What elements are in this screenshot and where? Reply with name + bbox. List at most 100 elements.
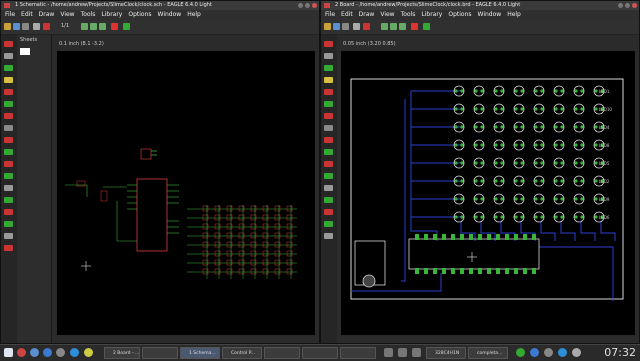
task-completa[interactable]: completa... xyxy=(468,347,508,359)
menu-help[interactable]: Help xyxy=(187,10,201,20)
delete-tool-icon[interactable] xyxy=(324,137,333,143)
board-titlebar[interactable]: 2 Board - /home/andrew/Projects/SlimeClo… xyxy=(321,1,639,10)
menu-library[interactable]: Library xyxy=(101,10,122,20)
task-328c4h1n[interactable]: 328C4H1N xyxy=(426,347,466,359)
files-icon[interactable] xyxy=(30,348,39,357)
save-icon[interactable] xyxy=(13,23,20,30)
route-tool-icon[interactable] xyxy=(324,149,333,155)
task-button[interactable] xyxy=(340,347,376,359)
bus-tool-icon[interactable] xyxy=(4,209,13,215)
app-icon-blue[interactable] xyxy=(70,348,79,357)
board-canvas[interactable]: LED1 LED10 LED4 LED8 LED5 LED2 LED9 LED6 xyxy=(341,51,635,335)
launcher-icon[interactable] xyxy=(17,348,26,357)
close-icon[interactable] xyxy=(312,3,317,8)
zoom-out-icon[interactable] xyxy=(399,23,406,30)
maximize-icon[interactable] xyxy=(625,3,630,8)
task-button[interactable] xyxy=(142,347,178,359)
network-icon[interactable] xyxy=(530,348,539,357)
zoom-fit-icon[interactable] xyxy=(381,23,388,30)
board-switch-icon[interactable] xyxy=(43,23,50,30)
info-tool-icon[interactable] xyxy=(4,41,13,47)
menu-window[interactable]: Window xyxy=(478,10,502,20)
junction-tool-icon[interactable] xyxy=(4,221,13,227)
sheet-thumbnail[interactable] xyxy=(20,48,30,55)
task-control-panel[interactable]: Control P... xyxy=(222,347,262,359)
menu-help[interactable]: Help xyxy=(507,10,521,20)
stop-icon[interactable] xyxy=(411,23,418,30)
task-button[interactable] xyxy=(302,347,338,359)
name-tool-icon[interactable] xyxy=(4,173,13,179)
start-menu-icon[interactable] xyxy=(4,348,13,357)
mirror-tool-icon[interactable] xyxy=(4,113,13,119)
wifi-icon[interactable] xyxy=(558,348,567,357)
display-tool-icon[interactable] xyxy=(4,65,13,71)
cam-icon[interactable] xyxy=(33,23,40,30)
cam-icon[interactable] xyxy=(353,23,360,30)
mark-tool-icon[interactable] xyxy=(4,77,13,83)
app-icon-yellow[interactable] xyxy=(84,348,93,357)
page-selector[interactable]: 1/1 xyxy=(61,23,69,29)
net-tool-icon[interactable] xyxy=(4,197,13,203)
ripup-tool-icon[interactable] xyxy=(324,161,333,167)
move-tool-icon[interactable] xyxy=(324,89,333,95)
menu-draw[interactable]: Draw xyxy=(359,10,375,20)
browser-icon[interactable] xyxy=(43,348,52,357)
copy-tool-icon[interactable] xyxy=(4,101,13,107)
minimize-icon[interactable] xyxy=(298,3,303,8)
show-tool-icon[interactable] xyxy=(324,53,333,59)
value-tool-icon[interactable] xyxy=(4,185,13,191)
taskbar-clock[interactable]: 07:32 xyxy=(604,346,636,359)
close-icon[interactable] xyxy=(632,3,637,8)
maximize-icon[interactable] xyxy=(305,3,310,8)
erc-tool-icon[interactable] xyxy=(4,245,13,251)
save-icon[interactable] xyxy=(333,23,340,30)
open-icon[interactable] xyxy=(324,23,331,30)
ratsnest-tool-icon[interactable] xyxy=(324,197,333,203)
show-tool-icon[interactable] xyxy=(4,53,13,59)
menu-window[interactable]: Window xyxy=(158,10,182,20)
window-icon[interactable] xyxy=(398,348,407,357)
battery-icon[interactable] xyxy=(516,348,525,357)
menu-view[interactable]: View xyxy=(60,10,74,20)
menu-view[interactable]: View xyxy=(380,10,394,20)
mirror-tool-icon[interactable] xyxy=(324,113,333,119)
volume-icon[interactable] xyxy=(544,348,553,357)
menu-file[interactable]: File xyxy=(325,10,335,20)
zoom-fit-icon[interactable] xyxy=(81,23,88,30)
copy-tool-icon[interactable] xyxy=(324,101,333,107)
task-board[interactable]: 2 Board - ... xyxy=(104,347,140,359)
label-tool-icon[interactable] xyxy=(4,233,13,239)
print-icon[interactable] xyxy=(342,23,349,30)
move-tool-icon[interactable] xyxy=(4,89,13,95)
open-icon[interactable] xyxy=(4,23,11,30)
notification-icon[interactable] xyxy=(572,348,581,357)
info-tool-icon[interactable] xyxy=(324,41,333,47)
rotate-tool-icon[interactable] xyxy=(324,125,333,131)
terminal-icon[interactable] xyxy=(56,348,65,357)
display-tool-icon[interactable] xyxy=(324,65,333,71)
task-schematic[interactable]: 1 Schema... xyxy=(180,347,220,359)
menu-options[interactable]: Options xyxy=(448,10,471,20)
schematic-titlebar[interactable]: 1 Schematic - /home/andrew/Projects/Slim… xyxy=(1,1,319,10)
errors-tool-icon[interactable] xyxy=(324,233,333,239)
menu-file[interactable]: File xyxy=(5,10,15,20)
schematic-canvas[interactable] xyxy=(57,51,315,335)
menu-options[interactable]: Options xyxy=(128,10,151,20)
go-icon[interactable] xyxy=(423,23,430,30)
window-icon[interactable] xyxy=(412,348,421,357)
schematic-switch-icon[interactable] xyxy=(363,23,370,30)
pinswap-tool-icon[interactable] xyxy=(4,161,13,167)
via-tool-icon[interactable] xyxy=(324,173,333,179)
stop-icon[interactable] xyxy=(111,23,118,30)
zoom-in-icon[interactable] xyxy=(90,23,97,30)
mark-tool-icon[interactable] xyxy=(324,77,333,83)
drc-tool-icon[interactable] xyxy=(324,221,333,227)
go-icon[interactable] xyxy=(123,23,130,30)
minimize-icon[interactable] xyxy=(618,3,623,8)
menu-draw[interactable]: Draw xyxy=(39,10,55,20)
task-button[interactable] xyxy=(264,347,300,359)
menu-tools[interactable]: Tools xyxy=(401,10,416,20)
add-tool-icon[interactable] xyxy=(4,149,13,155)
zoom-out-icon[interactable] xyxy=(99,23,106,30)
menu-library[interactable]: Library xyxy=(421,10,442,20)
